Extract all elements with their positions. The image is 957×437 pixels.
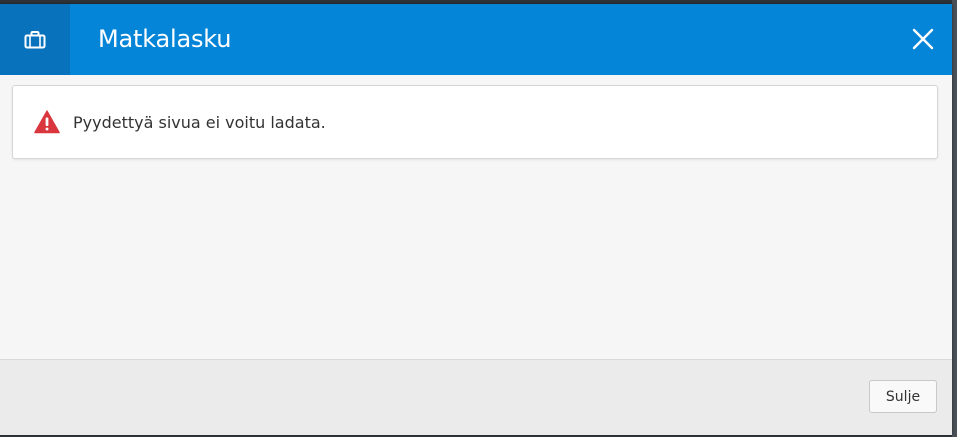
dialog-content: Pyydettyä sivua ei voitu ladata.: [0, 75, 952, 359]
dialog-header: Matkalasku: [0, 4, 952, 75]
header-icon-box: [0, 4, 70, 75]
dialog-footer: Sulje: [0, 359, 952, 435]
modal-dialog: Matkalasku Pyydettyä sivua ei voitu lada…: [0, 4, 952, 435]
briefcase-icon: [24, 30, 46, 48]
close-button[interactable]: [900, 16, 946, 62]
warning-icon: [34, 110, 60, 134]
close-icon: [912, 28, 934, 50]
backdrop-edge: [952, 0, 957, 437]
sulje-button[interactable]: Sulje: [869, 380, 937, 413]
error-alert: Pyydettyä sivua ei voitu ladata.: [12, 85, 938, 159]
alert-message: Pyydettyä sivua ei voitu ladata.: [73, 113, 326, 132]
dialog-title: Matkalasku: [98, 25, 232, 53]
